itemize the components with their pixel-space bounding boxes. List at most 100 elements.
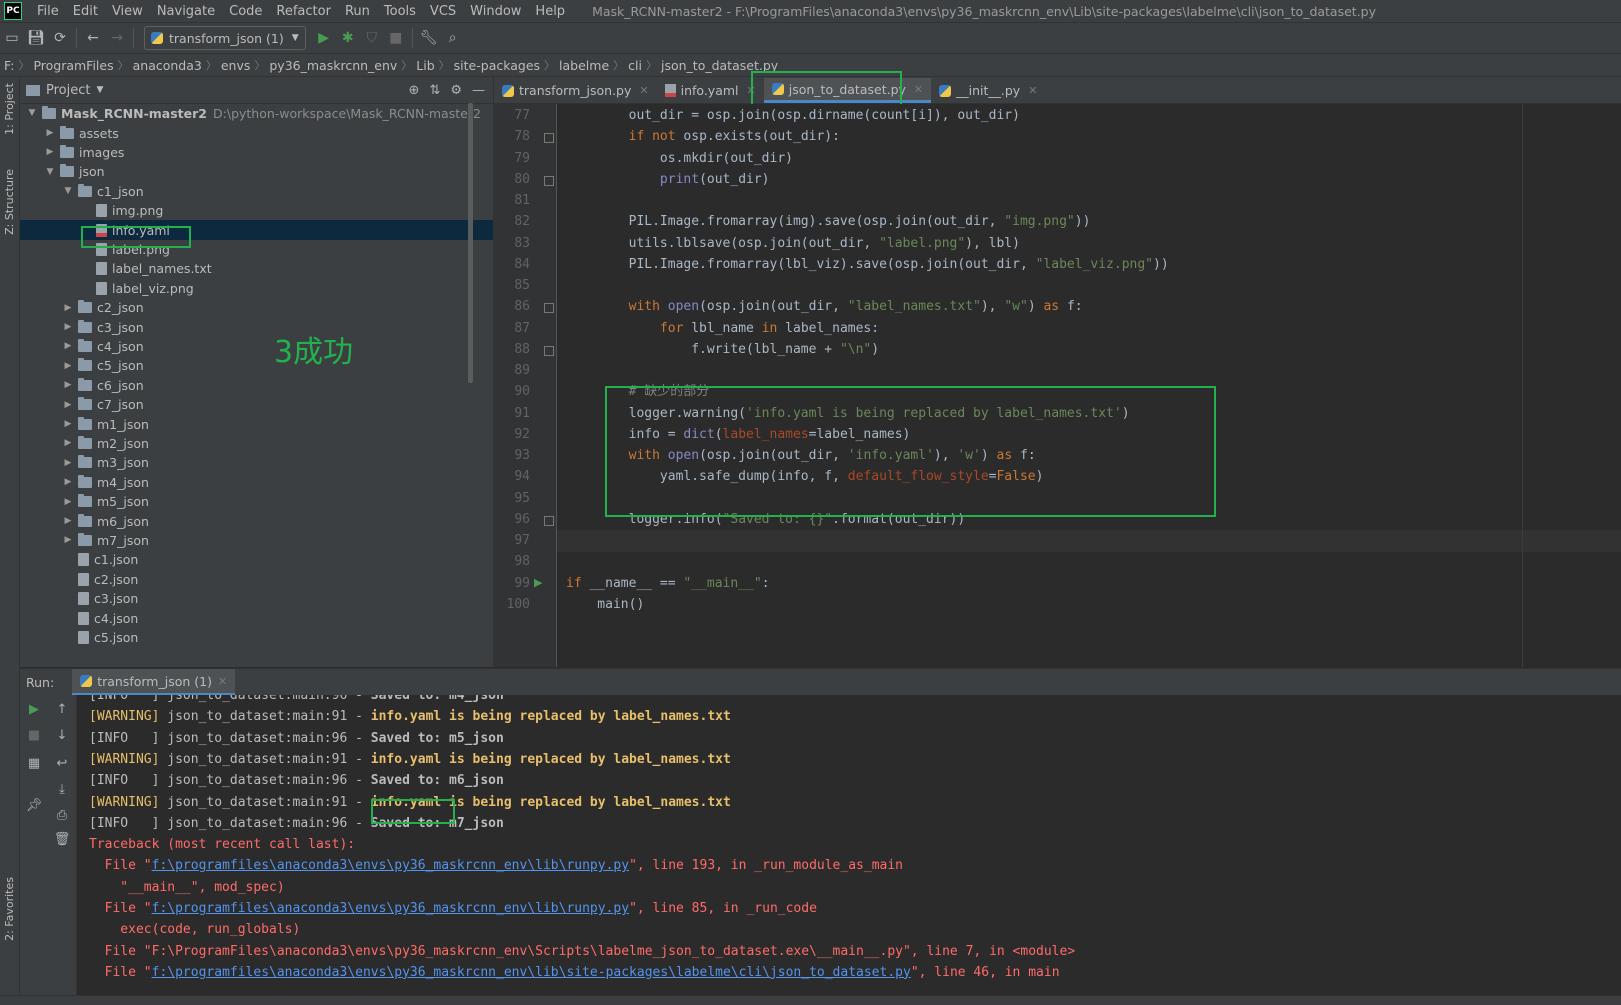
chevron-right-icon[interactable]: ▶ (62, 361, 74, 371)
scroll-down-icon[interactable]: ↓ (52, 725, 72, 745)
tree-file[interactable]: info.yaml (20, 220, 493, 240)
close-icon[interactable]: ✕ (914, 83, 923, 96)
sync-icon[interactable]: ⟳ (48, 26, 72, 50)
code-line[interactable]: yaml.safe_dump(info, f, default_flow_sty… (566, 467, 1044, 487)
code-line[interactable]: print(out_dir) (566, 170, 770, 190)
hide-icon[interactable]: — (472, 83, 485, 98)
breadcrumb-item[interactable]: py36_maskrcnn_env (265, 58, 401, 73)
tree-file[interactable]: img.png (20, 201, 493, 221)
code-line[interactable]: with open(osp.join(out_dir, "label_names… (566, 297, 1083, 317)
fold-marker-icon[interactable] (544, 345, 554, 356)
chevron-right-icon[interactable]: ▶ (62, 303, 74, 313)
chevron-down-icon[interactable]: ▼ (62, 186, 74, 196)
run-gutter-icon[interactable]: ▶ (534, 576, 542, 589)
back-icon[interactable]: ← (81, 26, 105, 50)
tree-folder[interactable]: ▶ c3_json (20, 317, 493, 337)
tree-folder[interactable]: ▼ c1_json (20, 181, 493, 201)
project-scrollbar[interactable] (468, 103, 473, 383)
code-line[interactable]: logger.warning('info.yaml is being repla… (566, 404, 1130, 424)
stop-icon[interactable]: ■ (24, 725, 44, 745)
chevron-right-icon[interactable]: ▶ (62, 535, 74, 545)
breadcrumb-item[interactable]: site-packages (450, 58, 544, 73)
forward-icon[interactable]: → (105, 26, 129, 50)
collapse-all-icon[interactable]: ⇅ (429, 83, 440, 98)
structure-tool-button[interactable]: Z: Structure (3, 169, 16, 235)
close-icon[interactable]: ✕ (639, 84, 648, 97)
breadcrumb-item[interactable]: envs (217, 58, 255, 73)
menu-edit[interactable]: Edit (66, 4, 105, 19)
tree-folder[interactable]: ▶ m2_json (20, 433, 493, 453)
run-icon[interactable]: ▶ (312, 26, 336, 50)
gear-icon[interactable]: ⚙ (450, 83, 462, 98)
menu-window[interactable]: Window (463, 4, 528, 19)
code-line[interactable]: with open(osp.join(out_dir, 'info.yaml')… (566, 446, 1036, 466)
stop-icon[interactable]: ■ (384, 26, 408, 50)
tree-folder[interactable]: ▶ c4_json (20, 336, 493, 356)
tree-folder[interactable]: ▶ m1_json (20, 414, 493, 434)
menu-navigate[interactable]: Navigate (150, 4, 222, 19)
run-console[interactable]: [INFO ] json_to_dataset:main:96 - Saved … (77, 695, 1621, 995)
breadcrumb-item[interactable]: Lib (412, 58, 438, 73)
tree-folder[interactable]: ▶ m4_json (20, 472, 493, 492)
project-tool-button[interactable]: 1: Project (3, 83, 16, 135)
breadcrumb-item[interactable]: cli (624, 58, 646, 73)
tree-folder[interactable]: ▶ m6_json (20, 511, 493, 531)
tree-folder[interactable]: ▶ c7_json (20, 395, 493, 415)
tree-file[interactable]: label_viz.png (20, 278, 493, 298)
chevron-right-icon[interactable]: ▶ (62, 497, 74, 507)
chevron-right-icon[interactable]: ▶ (62, 400, 74, 410)
code-line[interactable]: for lbl_name in label_names: (566, 319, 879, 339)
menu-code[interactable]: Code (222, 4, 269, 19)
chevron-right-icon[interactable]: ▶ (62, 516, 74, 526)
tree-folder[interactable]: ▶ images (20, 142, 493, 162)
code-line[interactable]: PIL.Image.fromarray(lbl_viz).save(osp.jo… (566, 255, 1169, 275)
tree-folder[interactable]: ▶ m3_json (20, 453, 493, 473)
code-line[interactable]: if __name__ == "__main__": (566, 574, 770, 594)
fold-marker-icon[interactable] (544, 515, 554, 526)
chevron-down-icon[interactable]: ▼ (26, 108, 38, 118)
menu-help[interactable]: Help (528, 4, 572, 19)
menu-file[interactable]: File (30, 4, 66, 19)
chevron-right-icon[interactable]: ▶ (44, 128, 56, 138)
tree-file[interactable]: c1.json (20, 550, 493, 570)
chevron-right-icon[interactable]: ▶ (44, 147, 56, 157)
close-icon[interactable]: ✕ (747, 84, 756, 97)
breadcrumb-item[interactable]: json_to_dataset.py (657, 58, 782, 73)
search-icon[interactable]: ⌕ (441, 26, 465, 50)
settings-wrench-icon[interactable]: 🔧︎ (417, 26, 441, 50)
layout-icon[interactable]: ▦ (24, 753, 44, 773)
locate-icon[interactable]: ⊕ (409, 83, 420, 98)
code-editor[interactable]: 77 78 79 80 81 82 83 84 85 86 87 88 89 90 91 92 93 94 95 96… (494, 104, 1621, 667)
chevron-right-icon[interactable]: ▶ (62, 438, 74, 448)
tree-folder[interactable]: ▶ m7_json (20, 530, 493, 550)
tree-folder[interactable]: ▶ c6_json (20, 375, 493, 395)
tree-file[interactable]: c4.json (20, 608, 493, 628)
open-folder-icon[interactable]: ▭ (0, 26, 24, 50)
editor-tab[interactable]: transform_json.py ✕ (494, 78, 657, 103)
code-line[interactable]: main() (566, 595, 644, 615)
code-line[interactable]: f.write(lbl_name + "\n") (566, 340, 879, 360)
chevron-right-icon[interactable]: ▶ (62, 341, 74, 351)
tree-folder[interactable]: ▶ assets (20, 123, 493, 143)
soft-wrap-icon[interactable]: ↩ (52, 753, 72, 773)
pin-icon[interactable]: 📌︎ (24, 795, 44, 815)
code-line[interactable]: out_dir = osp.join(osp.dirname(count[i])… (566, 106, 1020, 126)
save-all-icon[interactable]: 💾︎ (24, 26, 48, 50)
fold-marker-icon[interactable] (544, 133, 554, 144)
close-icon[interactable]: ✕ (218, 675, 227, 688)
coverage-icon[interactable]: ⛉ (360, 26, 384, 50)
fold-marker-icon[interactable] (544, 303, 554, 314)
code-line[interactable]: os.mkdir(out_dir) (566, 149, 793, 169)
project-panel-title[interactable]: Project (46, 83, 90, 98)
code-line[interactable]: if not osp.exists(out_dir): (566, 127, 840, 147)
close-icon[interactable]: ✕ (1028, 84, 1037, 97)
code-line[interactable]: utils.lblsave(osp.join(out_dir, "label.p… (566, 234, 1020, 254)
run-configuration-select[interactable]: transform_json (1) ▼ (144, 26, 306, 50)
favorites-tool-button[interactable]: 2: Favorites (3, 877, 16, 941)
breadcrumb-item[interactable]: anaconda3 (129, 58, 206, 73)
rerun-icon[interactable]: ▶ (24, 699, 44, 719)
fold-marker-icon[interactable] (544, 175, 554, 186)
code-line[interactable]: # 缺少的部分 (566, 382, 710, 402)
tree-root[interactable]: ▼ Mask_RCNN-master2 D:\python-workspace\… (20, 103, 493, 123)
menu-view[interactable]: View (105, 4, 150, 19)
